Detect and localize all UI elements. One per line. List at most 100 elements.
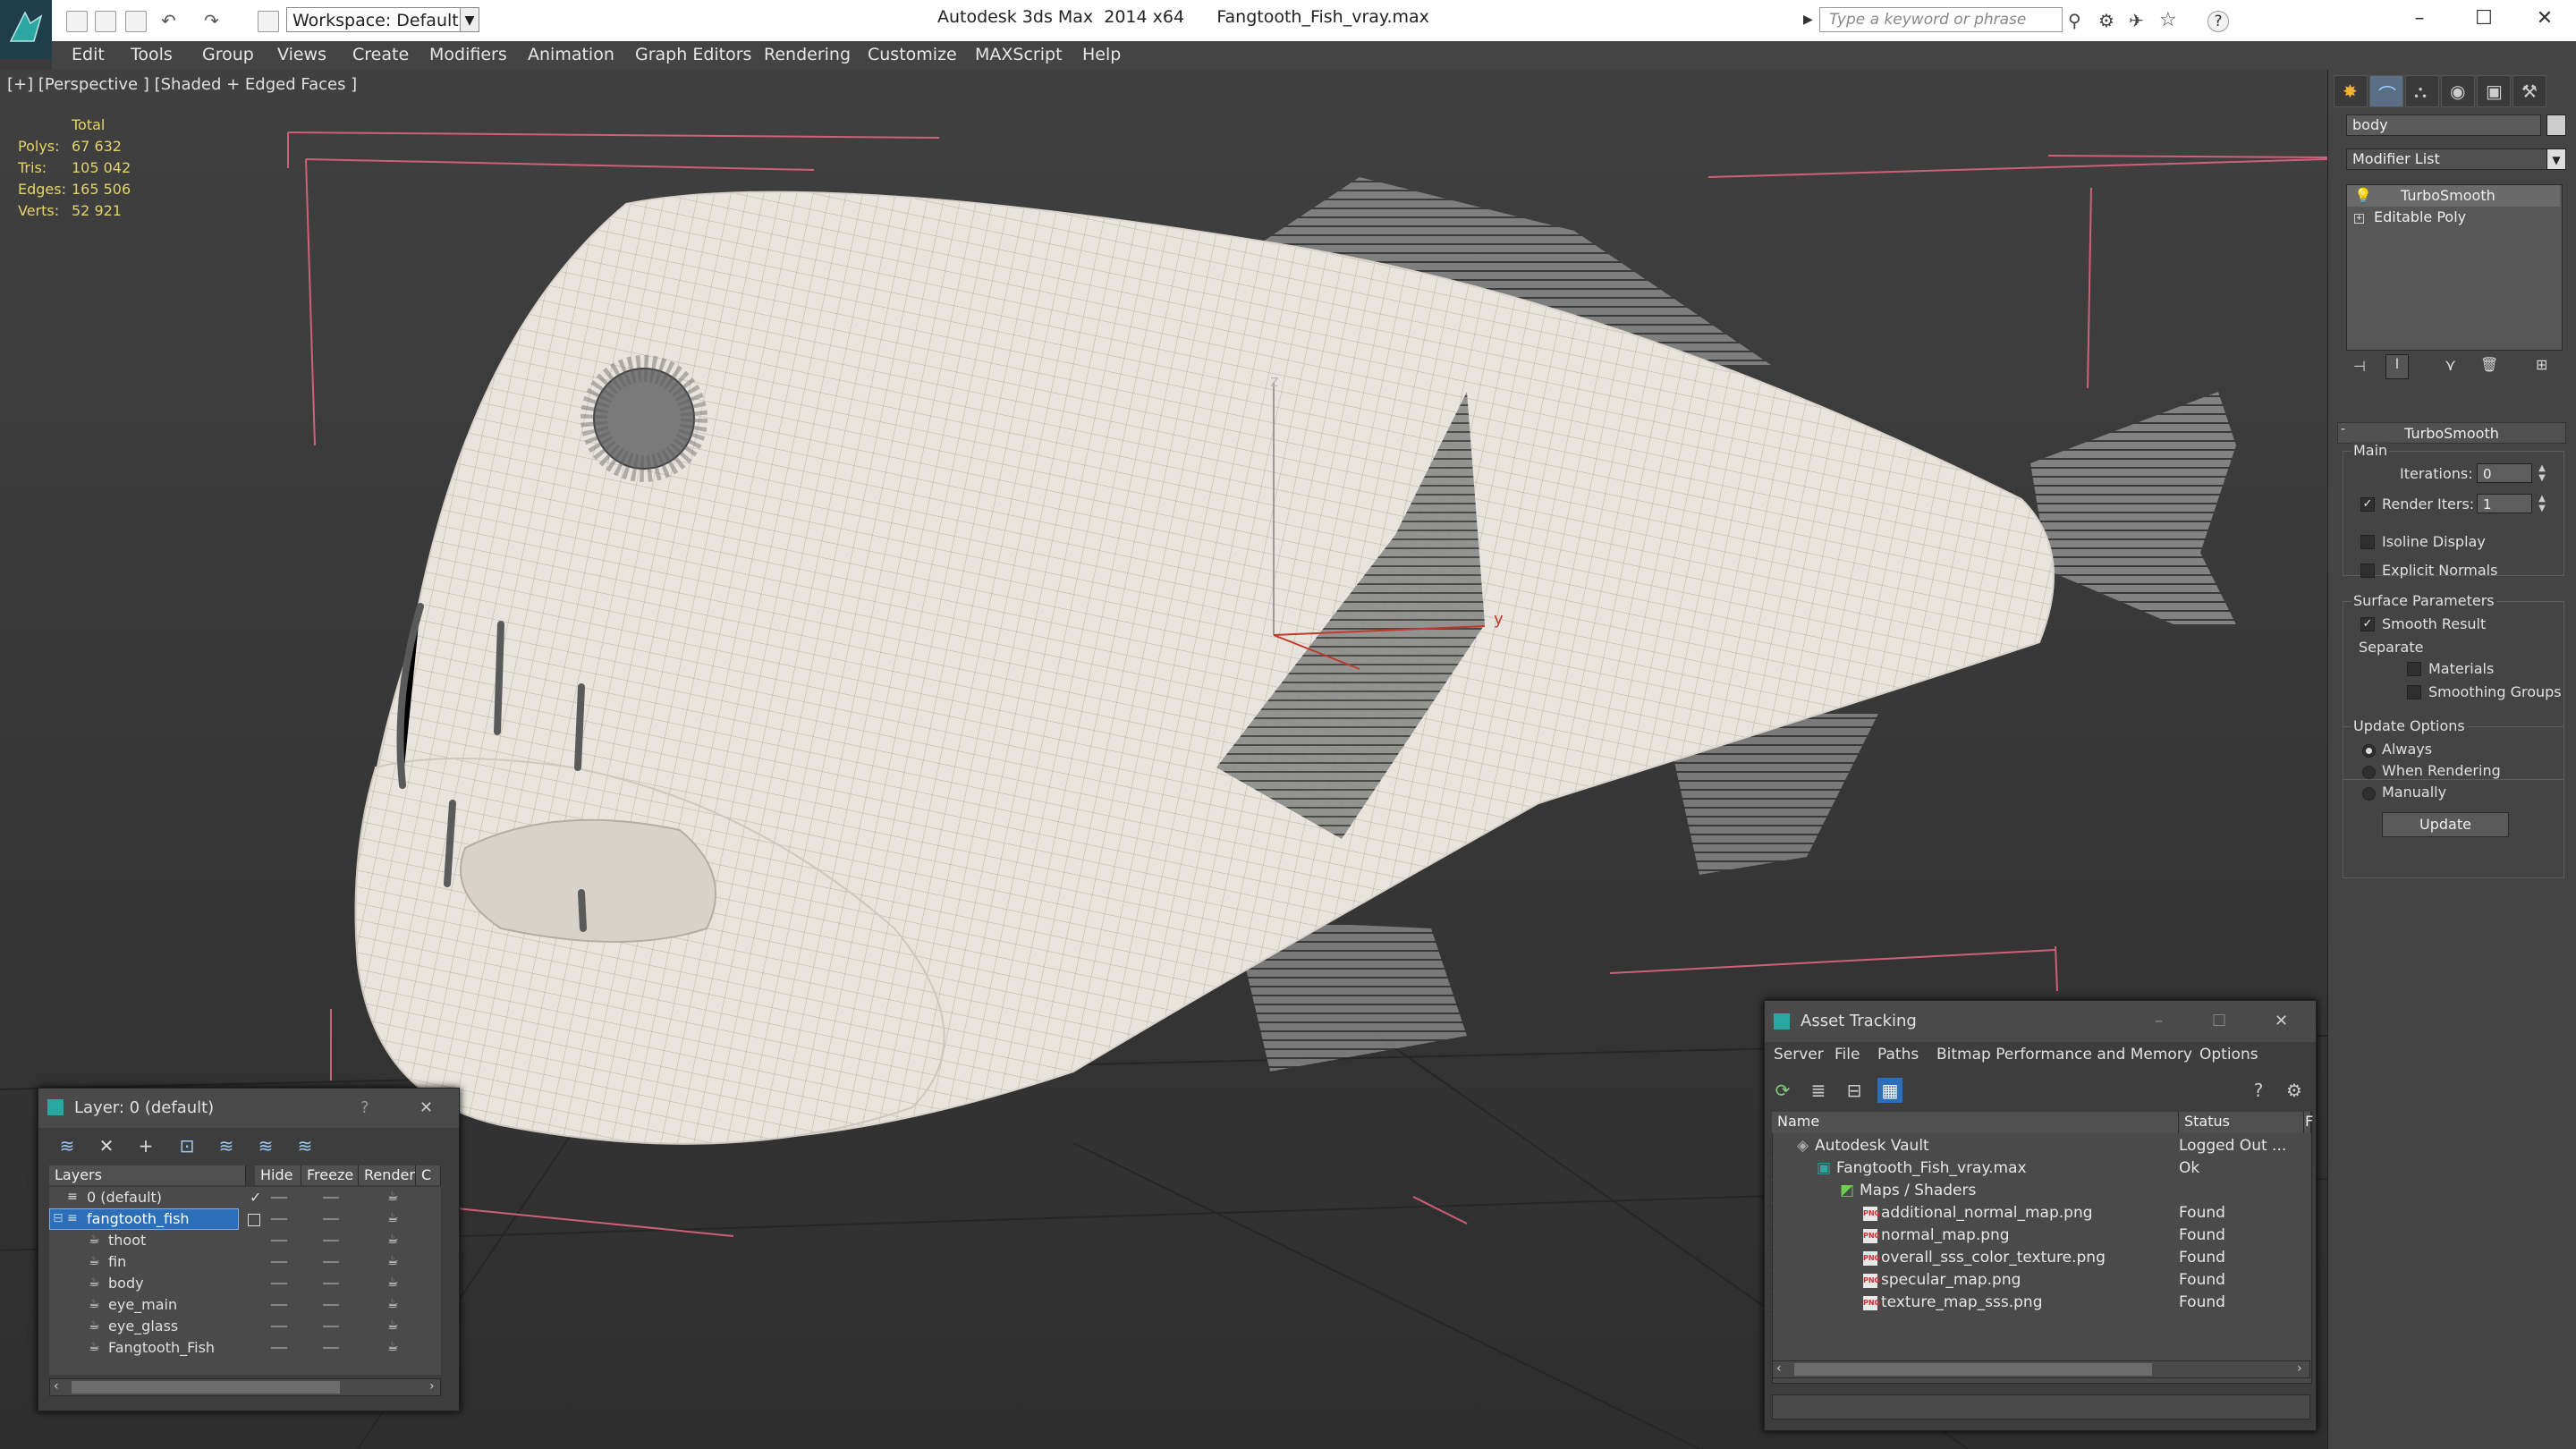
layer-horizontal-scrollbar[interactable]: ‹ › <box>49 1378 441 1396</box>
asset-menu-server[interactable]: Server <box>1774 1046 1824 1063</box>
column-name[interactable]: Name <box>1772 1112 2179 1133</box>
help-icon[interactable]: ? <box>360 1089 369 1128</box>
search-input[interactable]: Type a keyword or phrase <box>1819 7 2063 32</box>
binoculars-icon[interactable]: ⚲ <box>2068 11 2088 30</box>
help-icon[interactable]: ? <box>2207 11 2229 32</box>
redo-icon[interactable]: ↷ <box>204 11 224 30</box>
column-color[interactable]: C <box>416 1165 441 1185</box>
layer-row[interactable]: ☕ eye_main ☕ <box>49 1294 441 1316</box>
remove-modifier-icon[interactable]: 🗑 <box>2480 356 2498 373</box>
scroll-left-icon[interactable]: ‹ <box>54 1379 59 1394</box>
menu-animation[interactable]: Animation <box>528 45 614 64</box>
table-view-icon[interactable]: ▦ <box>1877 1078 1902 1103</box>
expand-plus-icon[interactable]: + <box>2354 214 2364 224</box>
scroll-right-icon[interactable]: › <box>2297 1361 2302 1376</box>
render-teapot-icon[interactable]: ☕ <box>387 1341 402 1353</box>
asset-row[interactable]: PNG additional_normal_map.png Found <box>1772 1202 2310 1225</box>
iterations-spinner[interactable]: 0 <box>2477 463 2532 483</box>
menu-modifiers[interactable]: Modifiers <box>429 45 507 64</box>
layer-row[interactable]: ⊟ ≡ fangtooth_fish ☕ <box>49 1208 441 1230</box>
asset-path-field[interactable] <box>1772 1394 2310 1419</box>
manually-radio[interactable] <box>2362 787 2376 801</box>
show-end-result-icon[interactable]: I <box>2385 354 2409 379</box>
layer-row[interactable]: ☕ Fangtooth_Fish ☕ <box>49 1337 441 1359</box>
freeze-toggle[interactable] <box>323 1261 339 1263</box>
scroll-left-icon[interactable]: ‹ <box>1776 1361 1782 1376</box>
menu-create[interactable]: Create <box>352 45 409 64</box>
open-file-icon[interactable] <box>95 11 116 32</box>
checkmark-icon[interactable]: ✓ <box>250 1187 261 1208</box>
favorites-star-icon[interactable]: ☆ <box>2159 11 2179 30</box>
asset-menu-options[interactable]: Options <box>2199 1046 2258 1063</box>
current-layer-checkbox[interactable] <box>248 1214 260 1226</box>
lightbulb-icon[interactable]: 💡 <box>2354 185 2372 207</box>
column-freeze[interactable]: Freeze <box>301 1165 359 1185</box>
menu-maxscript[interactable]: MAXScript <box>975 45 1063 64</box>
render-teapot-icon[interactable]: ☕ <box>387 1212 402 1224</box>
hide-toggle[interactable] <box>271 1218 287 1220</box>
spinner-arrows-icon[interactable]: ▲ ▼ <box>2536 494 2548 513</box>
asset-row[interactable]: PNG overall_sss_color_texture.png Found <box>1772 1247 2310 1270</box>
menu-edit[interactable]: Edit <box>72 45 105 64</box>
chevron-down-icon[interactable]: ▼ <box>2546 148 2566 170</box>
column-hide[interactable]: Hide <box>255 1165 301 1185</box>
configure-sets-icon[interactable]: ⊞ <box>2536 356 2547 373</box>
asset-menu-file[interactable]: File <box>1835 1046 1860 1063</box>
scroll-thumb[interactable] <box>72 1381 340 1394</box>
materials-checkbox[interactable] <box>2407 662 2421 676</box>
add-to-layer-icon[interactable]: + <box>133 1133 158 1158</box>
list-view-icon[interactable]: ≣ <box>1806 1078 1831 1103</box>
app-logo-button[interactable] <box>0 0 52 59</box>
stack-item-turbosmooth[interactable]: 💡 TurboSmooth <box>2347 185 2560 207</box>
close-icon[interactable]: ✕ <box>2275 1001 2288 1042</box>
menu-help[interactable]: Help <box>1082 45 1121 64</box>
make-unique-icon[interactable]: ⋎ <box>2445 356 2456 375</box>
freeze-toggle[interactable] <box>323 1197 339 1199</box>
hide-toggle[interactable] <box>271 1326 287 1327</box>
project-folder-icon[interactable] <box>258 11 279 32</box>
freeze-toggle[interactable] <box>323 1240 339 1241</box>
undo-icon[interactable]: ↶ <box>161 11 181 30</box>
close-window-button[interactable]: ✕ <box>2522 5 2567 32</box>
hide-toggle[interactable] <box>271 1197 287 1199</box>
maximize-button[interactable]: ☐ <box>2462 5 2506 32</box>
turbosmooth-rollout-header[interactable]: TurboSmooth <box>2337 422 2566 444</box>
stack-item-editable-poly[interactable]: + Editable Poly <box>2347 207 2560 228</box>
freeze-toggle[interactable] <box>323 1218 339 1220</box>
hide-toggle[interactable] <box>271 1347 287 1349</box>
freeze-toggle[interactable] <box>323 1347 339 1349</box>
layer-row[interactable]: ☕ eye_glass ☕ <box>49 1316 441 1337</box>
explicit-normals-checkbox[interactable] <box>2360 564 2375 578</box>
chevron-down-icon[interactable]: ▼ <box>460 7 479 32</box>
object-color-swatch[interactable] <box>2546 114 2566 136</box>
asset-row[interactable]: ◈ Autodesk Vault Logged Out ... <box>1772 1135 2310 1158</box>
menu-rendering[interactable]: Rendering <box>764 45 851 64</box>
render-teapot-icon[interactable]: ☕ <box>387 1298 402 1310</box>
display-tab-icon[interactable]: ▣ <box>2477 75 2511 107</box>
freeze-all-layers-icon[interactable]: ≋ <box>292 1133 318 1158</box>
menu-customize[interactable]: Customize <box>868 45 957 64</box>
scroll-right-icon[interactable]: › <box>429 1379 435 1394</box>
search-expand-icon[interactable]: ▶ <box>1803 7 1818 32</box>
help-icon[interactable]: ? <box>2246 1078 2271 1103</box>
object-name-field[interactable]: body <box>2346 114 2541 136</box>
asset-window-titlebar[interactable]: Asset Tracking – ☐ ✕ <box>1765 1001 2316 1042</box>
menu-tools[interactable]: Tools <box>131 45 173 64</box>
smoothing-groups-checkbox[interactable] <box>2407 685 2421 699</box>
communication-icon[interactable]: ✈ <box>2129 11 2148 30</box>
render-iters-checkbox[interactable]: ✓ <box>2360 497 2375 512</box>
column-render[interactable]: Render <box>359 1165 416 1185</box>
render-teapot-icon[interactable]: ☕ <box>387 1276 402 1289</box>
refresh-icon[interactable]: ⟳ <box>1770 1078 1795 1103</box>
modify-tab-icon[interactable]: ⌒ <box>2369 75 2403 107</box>
hide-toggle[interactable] <box>271 1283 287 1284</box>
motion-tab-icon[interactable]: ◉ <box>2441 75 2475 107</box>
workspace-dropdown[interactable]: Workspace: Default <box>286 7 465 32</box>
hierarchy-tab-icon[interactable]: ⛬ <box>2405 75 2439 107</box>
column-status[interactable]: Status <box>2179 1112 2304 1133</box>
column-full-path[interactable]: F <box>2304 1112 2313 1133</box>
when-rendering-radio[interactable] <box>2362 766 2376 779</box>
asset-menu-bitmap-performance[interactable]: Bitmap Performance and Memory <box>1936 1046 2192 1063</box>
save-file-icon[interactable] <box>125 11 147 32</box>
tree-view-icon[interactable]: ⊟ <box>1842 1078 1867 1103</box>
